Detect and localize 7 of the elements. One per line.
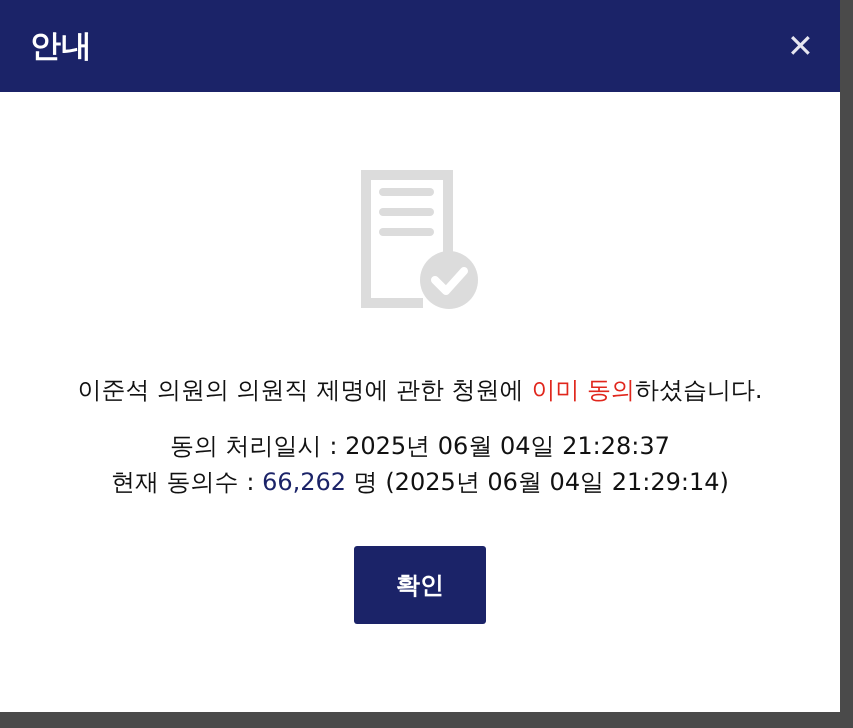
notice-message: 이준석 의원의 의원직 제명에 관한 청원에 이미 동의하셨습니다. [76,375,764,406]
confirm-button[interactable]: 확인 [354,546,486,624]
dialog-title: 안내 [30,27,92,66]
close-button[interactable]: ✕ [787,30,814,62]
agreement-count-text: 현재 동의수 : 66,262 명 (2025년 06월 04일 21:29:14) [111,467,729,498]
processed-time-text: 동의 처리일시 : 2025년 06월 04일 21:28:37 [170,431,670,462]
document-check-icon [361,170,479,310]
